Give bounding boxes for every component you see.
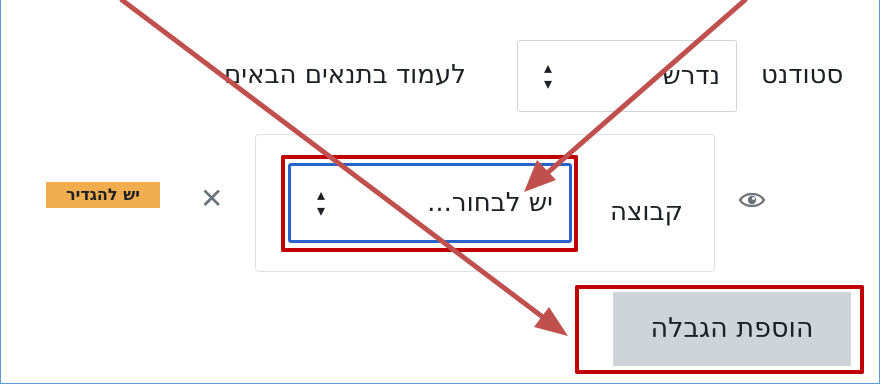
arrow-head-group-select bbox=[524, 160, 556, 192]
annotation-arrows bbox=[119, 0, 748, 336]
arrow-to-group-select bbox=[542, 0, 748, 178]
arrow-to-add-button bbox=[119, 0, 547, 321]
